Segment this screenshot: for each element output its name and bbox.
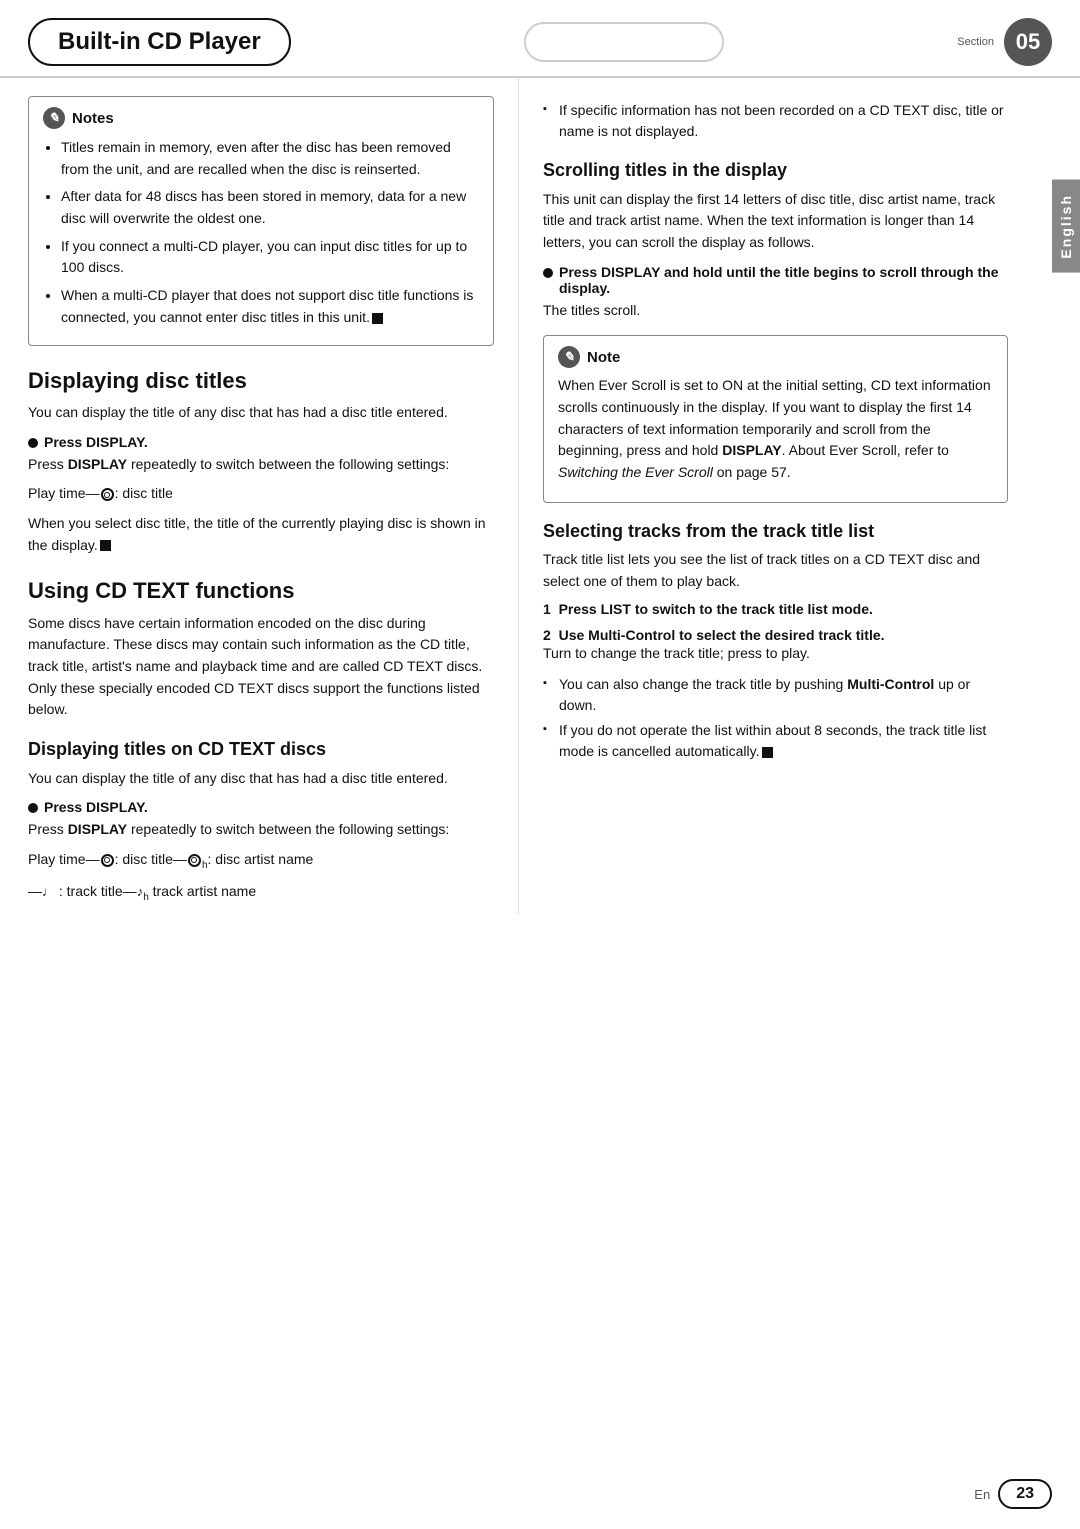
page-title: Built-in CD Player [28, 18, 291, 66]
language-tab: English [1052, 180, 1080, 273]
page-footer: En 23 [0, 1479, 1080, 1509]
play-time-line: Play time—: disc title [28, 483, 494, 505]
stop-icon [100, 540, 111, 551]
selecting-tracks-heading: Selecting tracks from the track title li… [543, 521, 1008, 543]
press-display-label-2: Press DISPLAY. [44, 799, 148, 815]
right-top-bullet-list: If specific information has not been rec… [543, 100, 1008, 142]
notes-item: If you connect a multi-CD player, you ca… [61, 236, 479, 279]
page-number-box: 23 [998, 1479, 1052, 1509]
step-2: 2 Use Multi-Control to select the desire… [543, 627, 1008, 665]
section-number: 05 [1004, 18, 1052, 66]
notes-item: Titles remain in memory, even after the … [61, 137, 479, 180]
press-display-hold-bullet: Press DISPLAY and hold until the title b… [543, 264, 1008, 296]
notes-icon: ✎ [43, 107, 65, 129]
notes-item: After data for 48 discs has been stored … [61, 186, 479, 229]
press-display-bullet: Press DISPLAY. [28, 434, 494, 450]
selecting-tracks-body: Track title list lets you see the list o… [543, 549, 1008, 592]
right-bullet-item: If specific information has not been rec… [543, 100, 1008, 142]
disc-title-body: When you select disc title, the title of… [28, 513, 494, 556]
selecting-bullet-1: You can also change the track title by p… [543, 674, 1008, 716]
displaying-disc-titles-heading: Displaying disc titles [28, 368, 494, 394]
note-box-header: ✎ Note [558, 346, 993, 368]
press-display-body-2: Press DISPLAY repeatedly to switch betwe… [28, 819, 494, 841]
bullet-dot-icon [28, 438, 38, 448]
stop-icon [372, 313, 383, 324]
press-display-label: Press DISPLAY. [44, 434, 148, 450]
press-display-body: Press DISPLAY repeatedly to switch betwe… [28, 454, 494, 476]
step-1: 1 Press LIST to switch to the track titl… [543, 601, 1008, 617]
header-mid-decoration [524, 22, 724, 62]
scrolling-titles-body: This unit can display the first 14 lette… [543, 189, 1008, 254]
notes-item: When a multi-CD player that does not sup… [61, 285, 479, 328]
notes-list: Titles remain in memory, even after the … [43, 137, 479, 329]
press-display-bullet-2: Press DISPLAY. [28, 799, 494, 815]
section-label: Section [957, 36, 994, 48]
page-header: Built-in CD Player Section 05 [0, 0, 1080, 78]
specific-info-text: If specific information has not been rec… [559, 102, 1004, 139]
play-time-line-2: Play time—: disc title—h: disc artist na… [28, 849, 494, 873]
selecting-bullet-2: If you do not operate the list within ab… [543, 720, 1008, 762]
left-column: ✎ Notes Titles remain in memory, even af… [28, 78, 518, 914]
using-cd-text-body: Some discs have certain information enco… [28, 613, 494, 721]
displaying-titles-cd-subheading: Displaying titles on CD TEXT discs [28, 739, 494, 761]
notes-header: ✎ Notes [43, 107, 479, 129]
main-content: ✎ Notes Titles remain in memory, even af… [0, 78, 1080, 914]
note-body: When Ever Scroll is set to ON at the ini… [558, 375, 993, 483]
bullet-dot-icon-3 [543, 268, 553, 278]
page-number: 23 [1016, 1485, 1034, 1503]
right-column: If specific information has not been rec… [518, 78, 1008, 914]
notes-box: ✎ Notes Titles remain in memory, even af… [28, 96, 494, 346]
displaying-disc-titles-body: You can display the title of any disc th… [28, 402, 494, 424]
step-2-label: 2 Use Multi-Control to select the desire… [543, 627, 1008, 643]
note-box: ✎ Note When Ever Scroll is set to ON at … [543, 335, 1008, 502]
track-line: —♩ : track title—♪h track artist name [28, 881, 494, 905]
titles-scroll-text: The titles scroll. [543, 300, 1008, 322]
notes-title: Notes [72, 110, 114, 127]
turn-text: Turn to change the track title; press to… [543, 643, 1008, 665]
cd-icon-3 [188, 854, 201, 867]
note-title: Note [587, 349, 620, 366]
en-label: En [974, 1487, 990, 1502]
cd-icon [101, 488, 114, 501]
scrolling-titles-heading: Scrolling titles in the display [543, 160, 1008, 182]
stop-icon-2 [762, 747, 773, 758]
bullet-dot-icon-2 [28, 803, 38, 813]
press-display-hold-label: Press DISPLAY and hold until the title b… [559, 264, 1008, 296]
cd-icon-2 [101, 854, 114, 867]
step-1-label: 1 Press LIST to switch to the track titl… [543, 601, 1008, 617]
selecting-tracks-bullets: You can also change the track title by p… [543, 674, 1008, 762]
note-icon: ✎ [558, 346, 580, 368]
displaying-titles-cd-body: You can display the title of any disc th… [28, 768, 494, 790]
section-number-area: Section 05 [957, 18, 1052, 66]
using-cd-text-heading: Using CD TEXT functions [28, 578, 494, 604]
